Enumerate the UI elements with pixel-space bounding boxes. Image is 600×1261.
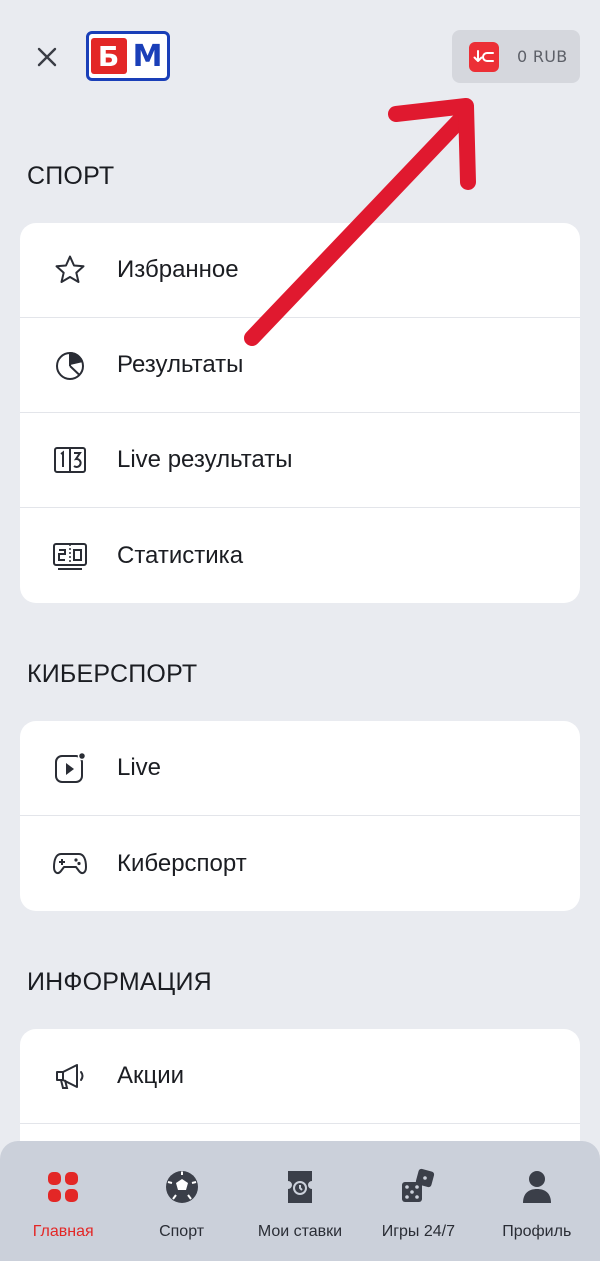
wallet-balance-button[interactable]: 0 RUB [452,30,580,83]
header: Б М 0 RUB [0,0,600,120]
section-title-information: ИНФОРМАЦИЯ [27,968,212,996]
esports-menu-card: Live Киберспорт [20,721,580,911]
bottom-tab-bar: Главная Спорт Мои ставки Игры 24/7 Профи… [0,1141,600,1261]
menu-item-label: Киберспорт [117,849,247,877]
ticket-icon [280,1167,320,1207]
menu-item-statistics[interactable]: Статистика [20,508,580,603]
dice-icon [398,1167,438,1207]
menu-item-esports[interactable]: Киберспорт [20,816,580,911]
close-button[interactable] [30,40,64,74]
tab-label: Спорт [159,1223,205,1240]
tab-label: Профиль [502,1223,572,1240]
section-title-sport: СПОРТ [27,162,115,190]
logo-letter-b: Б [90,38,127,74]
megaphone-icon [52,1058,88,1094]
star-icon [52,252,88,288]
close-icon [37,47,57,67]
menu-item-promotions[interactable]: Акции [20,1029,580,1124]
gamepad-icon [52,846,88,882]
menu-item-favorites[interactable]: Избранное [20,223,580,318]
menu-item-results[interactable]: Результаты [20,318,580,413]
logo-letter-m: М [132,38,163,74]
menu-item-live[interactable]: Live [20,721,580,816]
user-icon [517,1167,557,1207]
soccer-ball-icon [162,1167,202,1207]
tab-games-24-7[interactable]: Игры 24/7 [360,1141,476,1261]
tab-sport[interactable]: Спорт [124,1141,240,1261]
wallet-balance: 0 RUB [517,47,568,66]
sport-menu-card: Избранное Результаты Live результаты Ста… [20,223,580,603]
scoreboard-icon [52,442,88,478]
home-grid-icon [43,1167,83,1207]
tab-home[interactable]: Главная [5,1141,121,1261]
tab-profile[interactable]: Профиль [479,1141,595,1261]
logo[interactable]: Б М [86,31,170,81]
menu-item-live-results[interactable]: Live результаты [20,413,580,508]
menu-item-label: Статистика [117,541,244,569]
score-display-icon [52,538,88,574]
wallet-icon [469,41,499,72]
menu-item-label: Акции [117,1062,185,1089]
section-title-esports: КИБЕРСПОРТ [27,660,198,688]
tab-label: Мои ставки [257,1223,343,1240]
menu-item-label: Результаты [117,351,244,378]
pie-chart-icon [52,347,88,383]
tab-label: Игры 24/7 [381,1223,456,1240]
live-play-icon [52,750,88,786]
menu-item-label: Live [117,754,162,781]
tab-my-bets[interactable]: Мои ставки [242,1141,358,1261]
tab-label: Главная [32,1223,94,1240]
menu-item-label: Избранное [117,256,239,283]
menu-item-label: Live результаты [117,446,293,473]
